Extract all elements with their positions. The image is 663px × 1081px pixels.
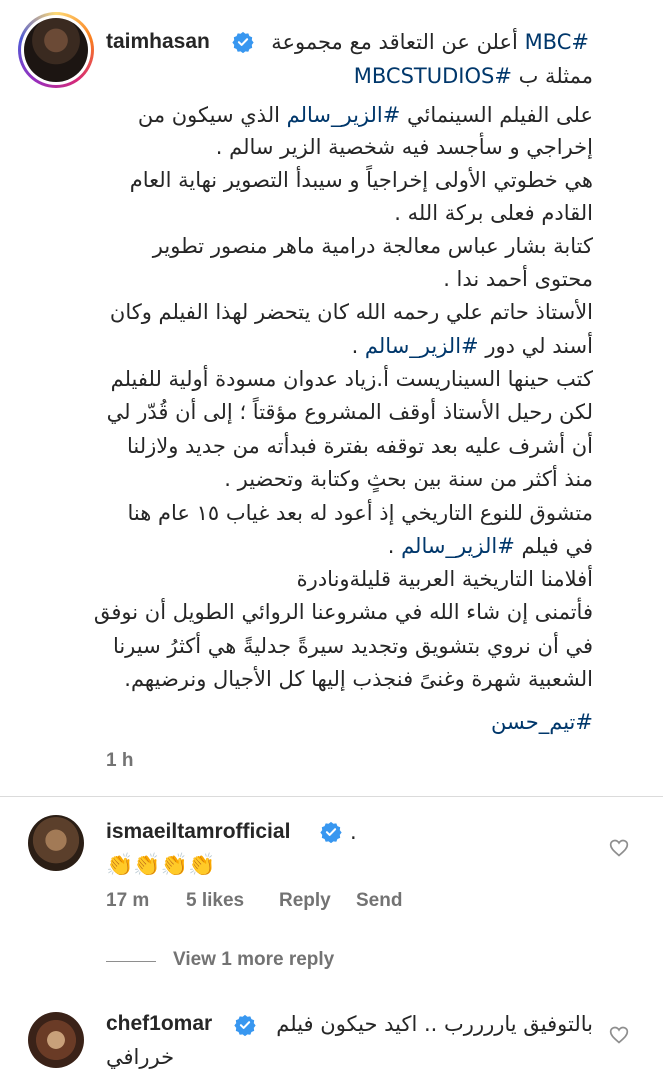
view-replies-line	[106, 961, 156, 962]
comment-username[interactable]: chef1omar	[106, 1012, 212, 1036]
caption-line-5: القادم فعلى بركة الله .	[394, 201, 593, 225]
reply-button[interactable]: Reply	[279, 890, 331, 912]
caption-line-20[interactable]: #تيم_حسن	[491, 706, 593, 739]
comment-text-line-2: خررافي	[106, 1045, 175, 1069]
like-heart-icon[interactable]	[609, 838, 629, 858]
caption-line-9: أسند لي دور #الزير_سالم .	[351, 334, 593, 358]
caption-line-10: كتب حينها السيناريست أ.زياد عدوان مسودة …	[110, 367, 593, 391]
caption-line-12: أن أشرف عليه بعد توقفه بفترة فبدأته من ج…	[126, 434, 593, 458]
comment-likes[interactable]: 5 likes	[186, 890, 244, 912]
caption-line-13: منذ أكثر من سنة بين بحثٍ وكتابة وتحضير .	[224, 467, 593, 491]
caption-line-16: أفلامنا التاريخية العربية قليلةونادرة	[296, 567, 593, 591]
caption-line-0: #MBC أعلن عن التعاقد مع مجموعة	[271, 30, 589, 54]
divider	[0, 796, 663, 797]
caption-line-19: الشعبية شهرة وغنىً فنجذب إليها كل الأجيا…	[124, 667, 593, 691]
verified-badge-icon	[320, 821, 342, 843]
caption-line-18: في أن نروي بتشويق وتجديد سيرةً جدليةً هي…	[112, 634, 593, 658]
caption-line-3: إخراجي و سأجسد فيه شخصية الزير سالم .	[215, 135, 593, 159]
caption-line-14: متشوق للنوع التاريخي إذ أعود له بعد غياب…	[127, 501, 594, 525]
caption-line-4: هي خطوتي الأولى إخراجياً و سيبدأ التصوير…	[129, 168, 593, 192]
post-timestamp: 1 h	[106, 750, 134, 771]
send-button[interactable]: Send	[356, 890, 402, 912]
like-heart-icon[interactable]	[609, 1025, 629, 1045]
caption-line-6: كتابة بشار عباس معالجة درامية ماهر منصور…	[152, 234, 593, 258]
verified-badge-icon	[232, 31, 254, 53]
comment-text-line-1: بالتوفيق ياررررب .. اكيد حيكون فيلم	[276, 1012, 593, 1036]
verified-badge-icon	[234, 1014, 256, 1036]
comment-avatar[interactable]	[28, 815, 84, 871]
post-username[interactable]: taimhasan	[106, 30, 210, 54]
caption-line-2: على الفيلم السينمائي #الزير_سالم الذي سي…	[137, 103, 593, 127]
caption-line-7: محتوى أحمد ندا .	[443, 267, 593, 291]
caption-line-8: الأستاذ حاتم علي رحمه الله كان يتحضر لهذ…	[109, 300, 593, 324]
comment-suffix: .	[350, 820, 357, 844]
comment-username[interactable]: ismaeiltamrofficial	[106, 820, 290, 844]
view-more-replies[interactable]: View 1 more reply	[173, 949, 334, 971]
caption-line-1: ممثلة ب #MBCSTUDIOS	[353, 64, 593, 88]
caption-line-11: لكن رحيل الأستاذ أوقف المشروع مؤقتاً ؛ إ…	[106, 400, 593, 424]
post-avatar[interactable]	[18, 12, 94, 88]
caption-line-15: في فيلم #الزير_سالم .	[387, 534, 593, 558]
caption-line-17: فأتمنى إن شاء الله في مشروعنا الروائي ال…	[93, 600, 593, 624]
comment-text: 👏👏👏👏	[106, 853, 216, 878]
comment-avatar[interactable]	[28, 1012, 84, 1068]
comment-time: 17 m	[106, 890, 150, 911]
